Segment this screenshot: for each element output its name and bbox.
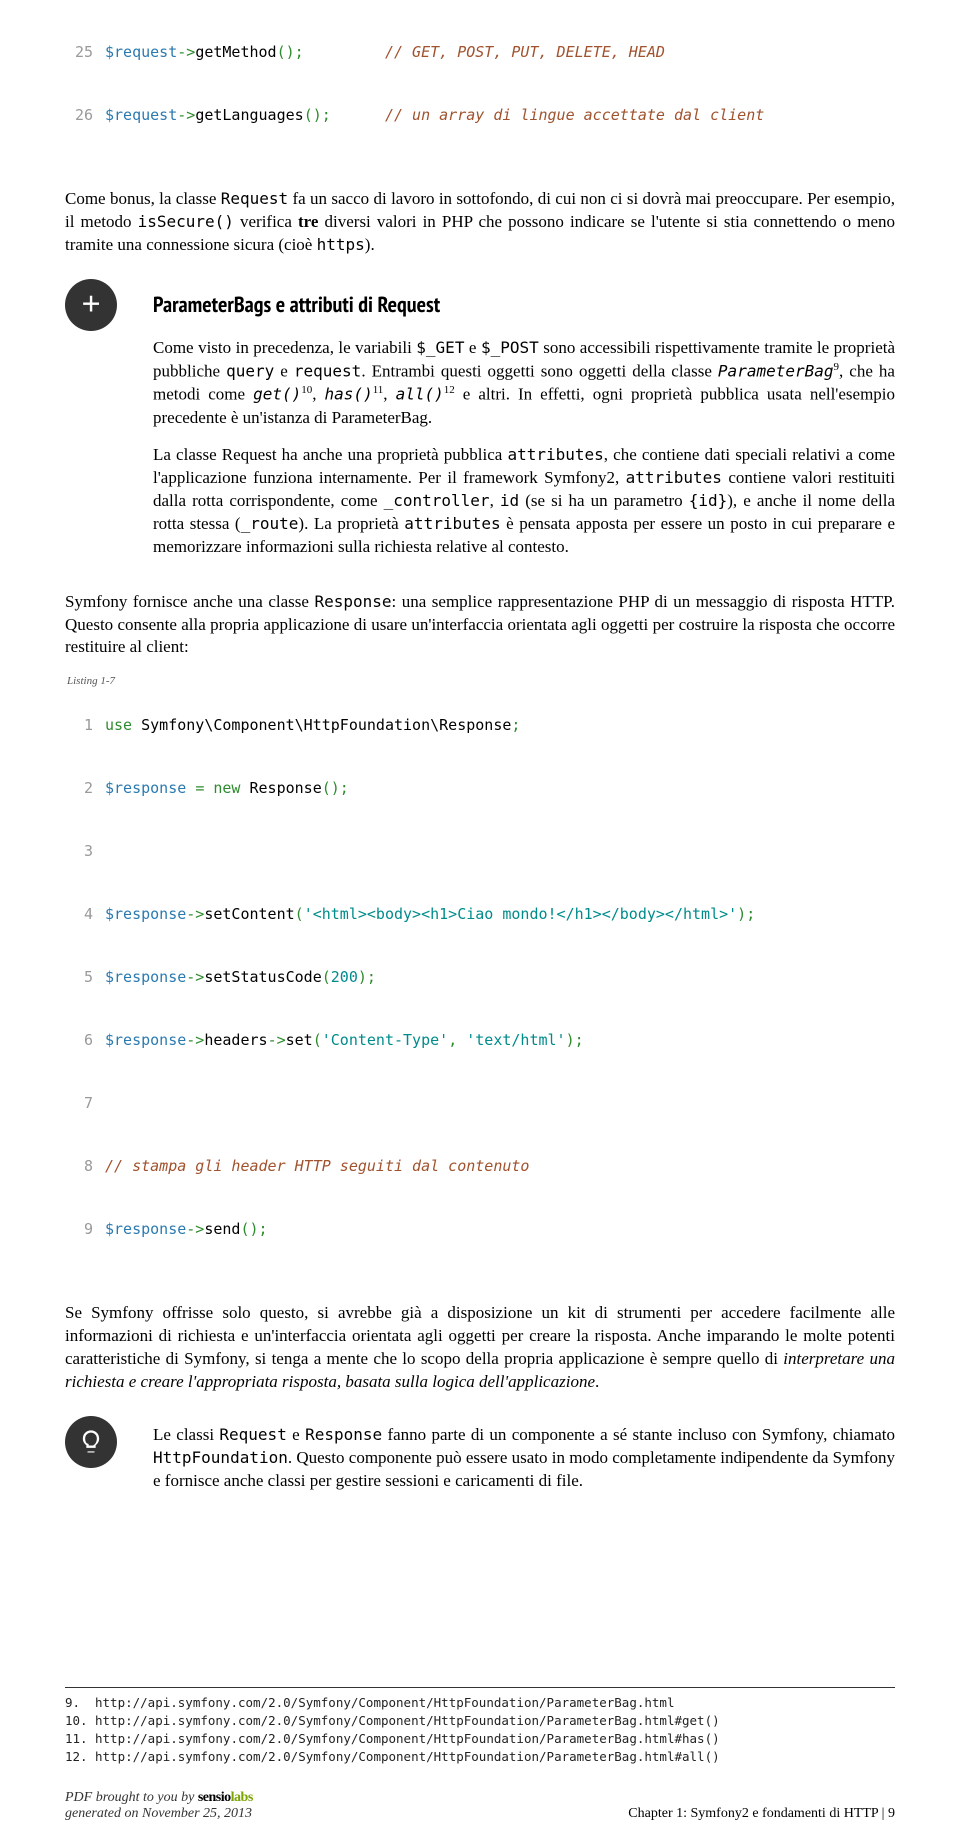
footnote: 12.http://api.symfony.com/2.0/Symfony/Co… xyxy=(65,1748,895,1766)
footer-left: PDF brought to you by sensiolabs generat… xyxy=(65,1790,253,1822)
paragraph: Le classi Request e Response fanno parte… xyxy=(153,1424,895,1493)
code-listing: Listing 1-7 1use Symfony\Component\HttpF… xyxy=(65,673,895,1282)
footnotes: 9.http://api.symfony.com/2.0/Symfony/Com… xyxy=(65,1694,895,1767)
callout-body: Le classi Request e Response fanno parte… xyxy=(153,1416,895,1507)
footer-right: Chapter 1: Symfony2 e fondamenti di HTTP… xyxy=(628,1806,895,1822)
callout-plus: + ParameterBags e attributi di Request C… xyxy=(65,279,895,573)
callout-title: ParameterBags e attributi di Request xyxy=(153,291,895,319)
footnote-url[interactable]: http://api.symfony.com/2.0/Symfony/Compo… xyxy=(95,1730,720,1748)
paragraph: Come bonus, la classe Request fa un sacc… xyxy=(65,188,895,257)
line-number: 25 xyxy=(65,42,105,63)
paragraph: Come visto in precedenza, le variabili $… xyxy=(153,337,895,430)
code-line: 25 $request->getMethod(); // GET, POST, … xyxy=(65,42,895,63)
footnote: 10.http://api.symfony.com/2.0/Symfony/Co… xyxy=(65,1712,895,1730)
code-text: $request->getMethod(); // GET, POST, PUT… xyxy=(105,42,895,63)
page-footer: PDF brought to you by sensiolabs generat… xyxy=(65,1790,895,1822)
footnote-url[interactable]: http://api.symfony.com/2.0/Symfony/Compo… xyxy=(95,1694,674,1712)
callout-tip: Le classi Request e Response fanno parte… xyxy=(65,1416,895,1507)
paragraph: La classe Request ha anche una proprietà… xyxy=(153,444,895,559)
line-number: 26 xyxy=(65,105,105,126)
footnote-url[interactable]: http://api.symfony.com/2.0/Symfony/Compo… xyxy=(95,1748,720,1766)
code-line: 26 $request->getLanguages(); // un array… xyxy=(65,105,895,126)
paragraph: Symfony fornisce anche una classe Respon… xyxy=(65,591,895,660)
footnote: 9.http://api.symfony.com/2.0/Symfony/Com… xyxy=(65,1694,895,1712)
listing-label: Listing 1-7 xyxy=(67,675,115,687)
code-block-response: 1use Symfony\Component\HttpFoundation\Re… xyxy=(65,673,895,1282)
paragraph: Se Symfony offrisse solo questo, si avre… xyxy=(65,1302,895,1394)
code-text: $request->getLanguages(); // un array di… xyxy=(105,105,895,126)
page: 25 $request->getMethod(); // GET, POST, … xyxy=(0,0,960,1842)
footnote: 11.http://api.symfony.com/2.0/Symfony/Co… xyxy=(65,1730,895,1748)
plus-icon: + xyxy=(65,279,117,331)
footnote-url[interactable]: http://api.symfony.com/2.0/Symfony/Compo… xyxy=(95,1712,720,1730)
code-block-request-methods: 25 $request->getMethod(); // GET, POST, … xyxy=(65,0,895,168)
callout-body: ParameterBags e attributi di Request Com… xyxy=(153,279,895,573)
lightbulb-icon xyxy=(65,1416,117,1468)
footnote-divider xyxy=(65,1687,895,1688)
